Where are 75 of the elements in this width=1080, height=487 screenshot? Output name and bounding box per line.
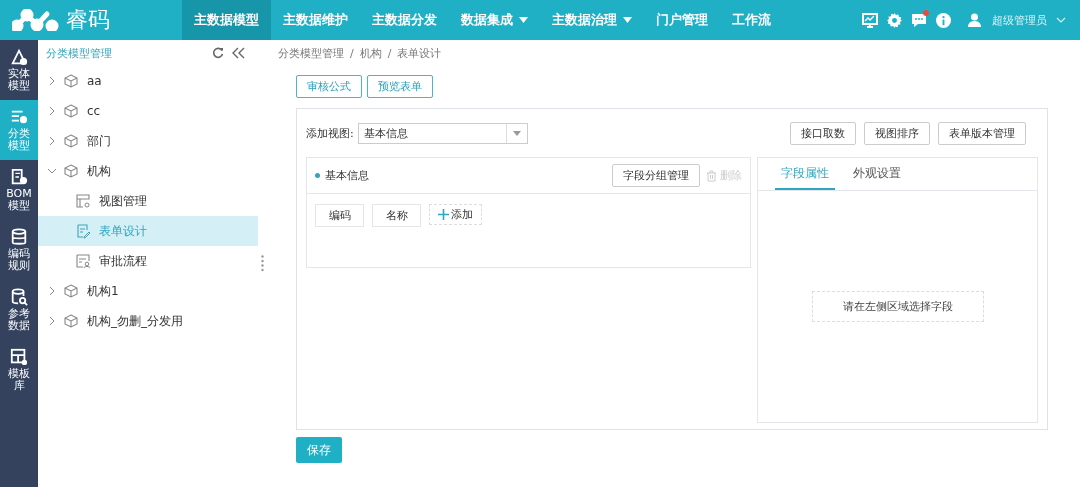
bom-icon xyxy=(10,168,28,186)
panel-tab[interactable]: 外观设置 xyxy=(847,158,907,190)
tree-item[interactable]: 机构 xyxy=(38,156,258,186)
nav-tab[interactable]: 主数据模型 xyxy=(182,0,271,40)
breadcrumb-separator: / xyxy=(387,46,392,60)
classify-icon xyxy=(10,108,28,126)
message-icon[interactable] xyxy=(911,12,927,28)
rail-item[interactable]: 模板 库 xyxy=(0,340,38,400)
rail-item[interactable]: 参考 数据 xyxy=(0,280,38,340)
rail-label: 分类 模型 xyxy=(8,128,30,152)
tree-item[interactable]: 视图管理 xyxy=(38,186,258,216)
chevron-down-icon[interactable] xyxy=(48,167,56,175)
cube-icon xyxy=(64,283,79,299)
logo-text: 睿码 xyxy=(66,6,110,34)
rail-label: 模板 库 xyxy=(8,368,30,392)
caret-down-icon xyxy=(519,17,528,23)
form-edit-icon xyxy=(76,223,91,239)
breadcrumb-item[interactable]: 机构 xyxy=(359,45,382,61)
rail-label: 实体 模型 xyxy=(8,68,30,92)
document-person-icon xyxy=(76,253,91,269)
drag-handle-icon[interactable] xyxy=(261,255,264,272)
chevron-right-icon[interactable] xyxy=(48,287,56,295)
rail-item[interactable]: BOM 模型 xyxy=(0,160,38,220)
field-label: 添加视图: xyxy=(306,126,354,141)
field-chip[interactable]: 编码 xyxy=(315,204,364,227)
breadcrumb-item: 表单设计 xyxy=(397,45,442,61)
chevron-right-icon[interactable] xyxy=(48,77,56,85)
layout-icon xyxy=(76,193,91,209)
monitor-icon[interactable] xyxy=(862,12,878,28)
caret-icon xyxy=(512,131,521,136)
action-button[interactable]: 接口取数 xyxy=(790,122,856,145)
rail-item[interactable]: 编码 规则 xyxy=(0,220,38,280)
rail-label: BOM 模型 xyxy=(6,188,32,212)
code-icon xyxy=(10,228,28,246)
refresh-icon[interactable] xyxy=(212,47,224,59)
cube-icon xyxy=(64,313,79,329)
chevron-right-icon[interactable] xyxy=(48,137,56,145)
field-chip[interactable]: 名称 xyxy=(372,204,421,227)
tree-item[interactable]: 部门 xyxy=(38,126,258,156)
view-select[interactable]: 基本信息 xyxy=(357,123,528,144)
chevron-right-icon[interactable] xyxy=(48,107,56,115)
settings-icon[interactable] xyxy=(887,12,902,28)
panel-title: 分类模型管理 xyxy=(46,45,113,61)
collapse-icon[interactable] xyxy=(232,47,246,59)
template-icon xyxy=(10,348,28,366)
caret-down-icon xyxy=(623,17,632,23)
action-button[interactable]: 表单版本管理 xyxy=(938,122,1026,145)
tree-item[interactable]: 审批流程 xyxy=(38,246,258,276)
rail-item[interactable]: 实体 模型 xyxy=(0,40,38,100)
add-field-button[interactable]: 添加 xyxy=(429,204,482,225)
reference-icon xyxy=(10,288,28,306)
tree-item[interactable]: 机构1 xyxy=(38,276,258,306)
empty-hint: 请在左侧区域选择字段 xyxy=(811,291,984,322)
bullet-icon xyxy=(315,173,320,178)
tree-item[interactable]: cc xyxy=(38,96,258,126)
chevron-right-icon[interactable] xyxy=(48,317,56,325)
cube-icon xyxy=(64,163,79,179)
cube-icon xyxy=(64,73,79,89)
group-manage-button[interactable]: 字段分组管理 xyxy=(612,164,700,187)
user-icon xyxy=(968,13,981,27)
plus-icon xyxy=(438,209,449,220)
breadcrumb-item[interactable]: 分类模型管理 xyxy=(278,45,344,61)
logo-icon xyxy=(12,9,60,31)
tree-item[interactable]: aa xyxy=(38,66,258,96)
info-icon[interactable] xyxy=(936,12,951,28)
breadcrumb-separator: / xyxy=(350,46,354,60)
action-button[interactable]: 视图排序 xyxy=(864,122,930,145)
entity-icon xyxy=(10,48,28,66)
group-title: 基本信息 xyxy=(325,168,369,183)
tree-item[interactable]: 机构_勿删_分发用 xyxy=(38,306,258,336)
cube-icon xyxy=(64,133,79,149)
rail-label: 编码 规则 xyxy=(8,248,30,272)
rail-label: 参考 数据 xyxy=(8,308,30,332)
cube-icon xyxy=(64,103,79,119)
trash-icon xyxy=(706,169,717,182)
